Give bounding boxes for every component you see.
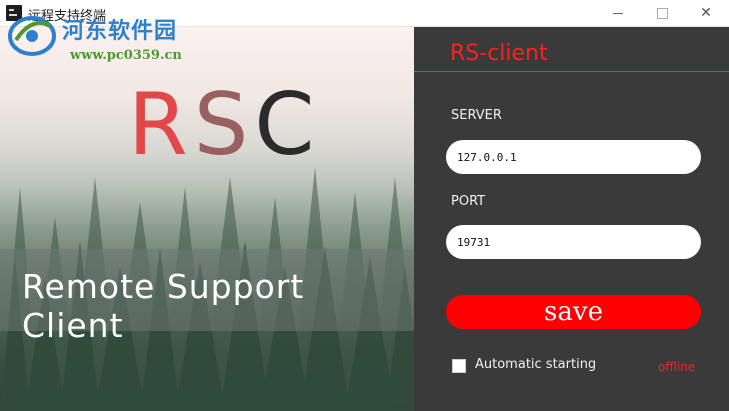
watermark-site-name: 河东软件园 [62, 18, 178, 44]
tagline-text: Remote Support Client [22, 267, 305, 345]
hero-panel: RSC Remote Support Client [0, 27, 414, 411]
rsc-letter-s: S [193, 75, 255, 175]
port-input[interactable] [446, 225, 701, 259]
title-divider [414, 71, 729, 72]
auto-start-checkbox[interactable] [452, 359, 466, 373]
panel-title: RS-client [450, 41, 548, 66]
close-icon: ✕ [700, 5, 712, 21]
port-label: PORT [451, 194, 486, 209]
client-form-panel: RS-client SERVER PORT save Automatic sta… [414, 27, 729, 411]
rsc-letter-c: C [254, 75, 321, 175]
status-text: offline [658, 360, 696, 374]
save-button[interactable]: save [446, 295, 701, 329]
maximize-icon [657, 8, 668, 19]
minimize-icon [613, 13, 623, 14]
rsc-logo: RSC [128, 75, 320, 175]
close-button[interactable]: ✕ [684, 0, 728, 26]
watermark-url: www.pc0359.cn [70, 48, 182, 63]
server-input[interactable] [446, 140, 701, 174]
minimize-button[interactable] [596, 0, 640, 26]
rsc-letter-r: R [128, 75, 194, 175]
auto-start-label: Automatic starting [475, 357, 597, 372]
server-label: SERVER [451, 108, 502, 123]
maximize-button[interactable] [640, 0, 684, 26]
watermark-logo-icon [8, 16, 56, 56]
